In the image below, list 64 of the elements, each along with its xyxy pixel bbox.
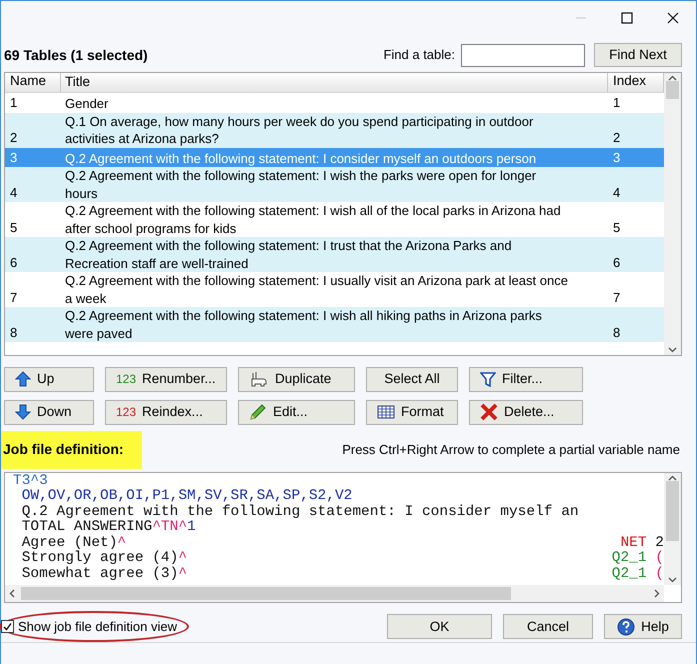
scroll-down-icon — [668, 576, 677, 583]
section-label: Job file definition: — [1, 430, 142, 469]
table-icon — [377, 404, 395, 420]
find-label: Find a table: — [383, 46, 455, 64]
scroll-up-icon — [668, 75, 677, 82]
toolbar-button[interactable]: Filter... — [469, 366, 583, 392]
maximize-icon — [621, 12, 633, 24]
column-header[interactable]: Title — [61, 73, 608, 94]
find-field[interactable] — [461, 44, 585, 67]
pencil-icon — [249, 403, 267, 422]
code-line: Q.2 Agreement with the following statement: I consider myself an — [20, 504, 580, 520]
help-icon — [617, 618, 636, 636]
table-row[interactable]: 8 Q.2 Agreement with the following statement: I wish all hiking paths in Arizona parks were paved 8 — [5, 307, 664, 342]
toolbar-button[interactable]: 123 Reindex... — [105, 400, 227, 425]
down-arrow-icon — [15, 404, 31, 420]
x-icon — [480, 403, 498, 422]
filter-icon — [480, 371, 496, 388]
scroll-right-icon — [654, 588, 660, 598]
find-next-button[interactable]: Find Next — [594, 43, 682, 68]
code-editor[interactable] — [4, 472, 682, 603]
toolbar-button[interactable]: Format — [366, 400, 458, 425]
toolbar-button[interactable]: 123 Renumber... — [105, 366, 227, 392]
dialog-button[interactable]: Cancel — [503, 614, 593, 640]
toolbar-button[interactable]: Up — [4, 366, 94, 392]
toolbar-button[interactable]: Delete... — [469, 400, 583, 425]
close-icon — [667, 12, 679, 24]
code-line: Strongly agree (4)^ Q2_1 ( — [20, 551, 664, 566]
code-line: Agree (Net)^ NET 2 — [20, 536, 664, 551]
column-header[interactable]: Index — [608, 73, 664, 94]
scrollbar-thumb[interactable] — [666, 81, 679, 100]
dialog-button[interactable]: OK — [387, 614, 492, 640]
scrollbar-thumb[interactable] — [21, 586, 511, 600]
scroll-up-icon — [668, 474, 677, 481]
code-line: OW,OV,OR,OB,OI,P1,SM,SV,SR,SA,SP,S2,V2 — [20, 489, 354, 504]
code-line: Somewhat agree (3)^ Q2_1 ( — [20, 566, 664, 582]
scrollbar-thumb[interactable] — [666, 480, 679, 541]
vertical-scrollbar[interactable] — [664, 472, 681, 585]
checkbox[interactable] — [1, 620, 14, 634]
vertical-scrollbar[interactable] — [664, 73, 681, 355]
table-row[interactable]: 5 Q.2 Agreement with the following statement: I wish all of the local parks in Arizona had after school programs for kids 5 — [5, 202, 664, 238]
dialog-button[interactable]: Help — [604, 614, 682, 640]
toolbar-button[interactable]: Duplicate — [238, 366, 355, 392]
code-line: T3^3 — [13, 474, 49, 489]
table-row[interactable]: 6 Q.2 Agreement with the following statement: I trust that the Arizona Parks and Recreation staff are well-trained 6 — [5, 237, 664, 272]
table-row[interactable]: 4 Q.2 Agreement with the following statement: I wish the parks were open for longer hours 4 — [5, 167, 664, 202]
scroll-left-icon — [9, 588, 15, 598]
check-icon — [3, 622, 12, 632]
table-row[interactable]: 7 Q.2 Agreement with the following statement: I usually visit an Arizona park at least once a week 7 — [5, 272, 664, 308]
code-line: TOTAL ANSWERING^TN^1 — [20, 520, 197, 536]
table-row[interactable]: 2 Q.1 On average, how many hours per week do you spend participating in outdoor activities at Arizona parks? 2 — [5, 112, 664, 148]
up-arrow-icon — [15, 371, 31, 388]
number-icon: 123 — [116, 403, 136, 422]
horizontal-scrollbar[interactable] — [5, 584, 664, 602]
number-icon: 123 — [116, 370, 136, 388]
tables-count: 69 Tables (1 selected) — [4, 46, 148, 65]
scroll-down-icon — [668, 346, 677, 353]
toolbar-button[interactable]: Select All — [366, 366, 458, 392]
rabbit-icon — [249, 371, 269, 388]
checkbox-label[interactable]: Show job file definition view — [18, 616, 177, 636]
hint-text: Press Ctrl+Right Arrow to complete a partial variable name — [342, 441, 680, 460]
column-header[interactable]: Name — [5, 73, 61, 94]
toolbar-button[interactable]: Edit... — [238, 400, 355, 425]
table-row[interactable]: 1 Gender 1 — [5, 93, 664, 113]
toolbar-button[interactable]: Down — [4, 400, 94, 425]
